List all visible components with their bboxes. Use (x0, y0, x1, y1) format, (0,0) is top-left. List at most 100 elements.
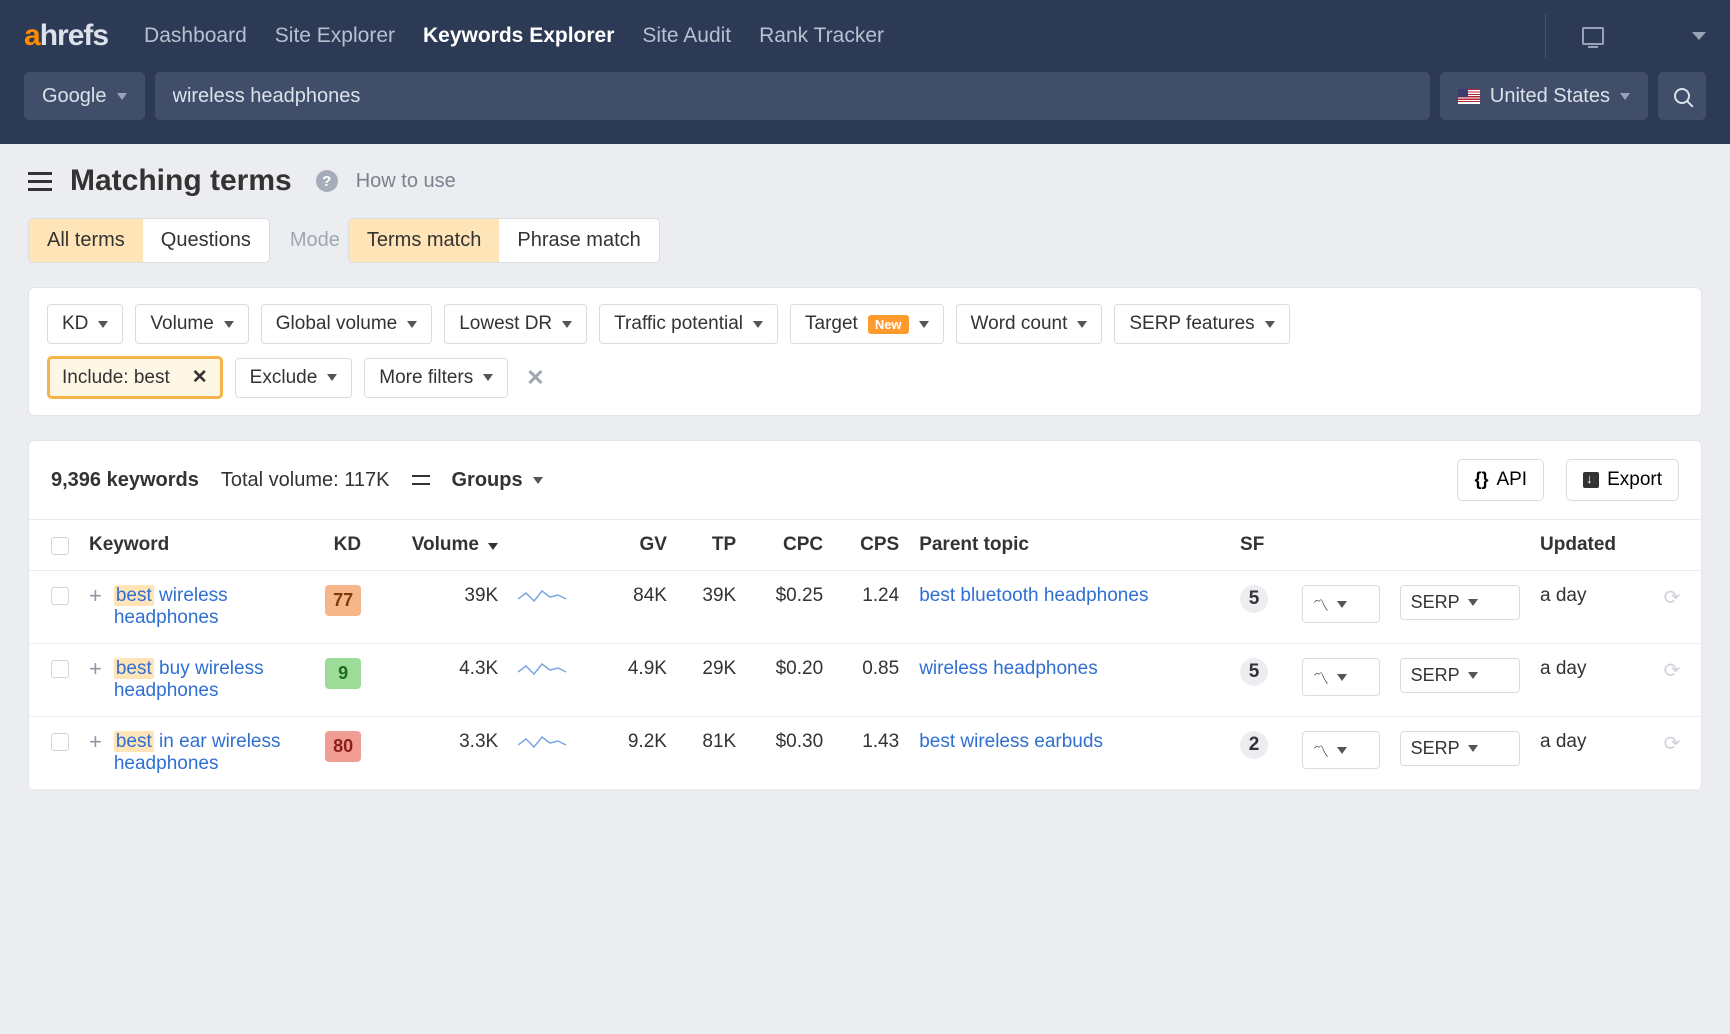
filter-kd[interactable]: KD (47, 304, 123, 344)
clear-filters-icon[interactable]: ✕ (526, 365, 544, 391)
api-label: API (1496, 469, 1527, 491)
chart-dropdown[interactable] (1302, 658, 1380, 696)
chart-icon (1313, 738, 1329, 762)
more-filters[interactable]: More filters (364, 358, 508, 398)
col-sf[interactable]: SF (1230, 520, 1292, 571)
filter-label: Global volume (276, 313, 397, 335)
serp-dropdown[interactable]: SERP (1400, 658, 1520, 693)
tp-cell: 81K (677, 717, 746, 790)
col-updated[interactable]: Updated (1530, 520, 1654, 571)
col-gv[interactable]: GV (601, 520, 677, 571)
page-title: Matching terms (70, 164, 292, 198)
api-button[interactable]: API (1457, 459, 1544, 501)
row-checkbox[interactable] (51, 587, 69, 605)
country-dropdown[interactable]: United States (1440, 72, 1648, 120)
col-keyword[interactable]: Keyword (79, 520, 299, 571)
exclude-filter[interactable]: Exclude (235, 358, 353, 398)
expand-icon[interactable]: + (89, 731, 102, 753)
account-dropdown-icon[interactable] (1692, 32, 1706, 40)
nav-separator (1545, 14, 1546, 58)
col-cps[interactable]: CPS (833, 520, 909, 571)
help-link[interactable]: How to use (356, 170, 456, 193)
export-button[interactable]: Export (1566, 459, 1679, 501)
tab-phrase-match[interactable]: Phrase match (499, 219, 658, 262)
parent-topic-link[interactable]: wireless headphones (919, 658, 1098, 679)
logo[interactable]: ahrefs (24, 19, 108, 53)
search-button[interactable] (1658, 72, 1706, 120)
filter-serp-features[interactable]: SERP features (1114, 304, 1289, 344)
cpc-cell: $0.20 (746, 644, 833, 717)
tab-all-terms[interactable]: All terms (29, 219, 143, 262)
include-filter-chip[interactable]: Include: best ✕ (47, 356, 223, 399)
cps-cell: 1.43 (833, 717, 909, 790)
chart-dropdown[interactable] (1302, 731, 1380, 769)
sliders-icon[interactable] (412, 473, 430, 487)
caret-down-icon (1468, 672, 1478, 679)
select-all-checkbox[interactable] (51, 537, 69, 555)
caret-down-icon (1337, 747, 1347, 754)
chart-icon (1313, 665, 1329, 689)
col-tp[interactable]: TP (677, 520, 746, 571)
serp-dropdown[interactable]: SERP (1400, 585, 1520, 620)
refresh-icon[interactable]: ⟳ (1664, 587, 1681, 609)
filter-global-volume[interactable]: Global volume (261, 304, 432, 344)
nav-right (1582, 27, 1706, 45)
filter-word-count[interactable]: Word count (956, 304, 1103, 344)
refresh-icon[interactable]: ⟳ (1664, 660, 1681, 682)
tab-terms-match[interactable]: Terms match (349, 219, 499, 262)
keyword-highlight: best (114, 731, 154, 752)
chart-icon (1313, 592, 1329, 616)
filters-row-1: KD Volume Global volume Lowest DR Traffic po… (47, 304, 1683, 344)
col-parent[interactable]: Parent topic (909, 520, 1230, 571)
chart-dropdown[interactable] (1302, 585, 1380, 623)
row-checkbox[interactable] (51, 660, 69, 678)
monitor-icon[interactable] (1582, 27, 1604, 45)
keyword-search-input[interactable] (155, 72, 1430, 120)
refresh-icon[interactable]: ⟳ (1664, 733, 1681, 755)
table-row: + best wireless headphones 77 39K 84K 39… (29, 571, 1701, 644)
updated-cell: a day (1530, 717, 1654, 790)
help-icon[interactable]: ? (316, 170, 338, 192)
col-kd[interactable]: KD (299, 520, 371, 571)
groups-dropdown[interactable]: Groups (452, 469, 543, 492)
cpc-cell: $0.25 (746, 571, 833, 644)
parent-topic-link[interactable]: best bluetooth headphones (919, 585, 1148, 606)
search-engine-dropdown[interactable]: Google (24, 72, 145, 120)
col-cpc[interactable]: CPC (746, 520, 833, 571)
row-checkbox[interactable] (51, 733, 69, 751)
results-card: 9,396 keywords Total volume: 117K Groups… (28, 440, 1702, 791)
menu-icon[interactable] (28, 172, 52, 191)
expand-icon[interactable]: + (89, 658, 102, 680)
cps-cell: 0.85 (833, 644, 909, 717)
nav-link[interactable]: Site Explorer (275, 24, 395, 48)
tab-questions[interactable]: Questions (143, 219, 269, 262)
close-icon[interactable]: ✕ (192, 366, 208, 389)
top-nav: ahrefs Dashboard Site Explorer Keywords Ex… (0, 0, 1730, 72)
sf-badge[interactable]: 5 (1240, 585, 1268, 613)
tp-cell: 29K (677, 644, 746, 717)
filter-traffic-potential[interactable]: Traffic potential (599, 304, 778, 344)
kd-badge: 77 (325, 585, 361, 616)
filter-lowest-dr[interactable]: Lowest DR (444, 304, 587, 344)
filter-label: SERP features (1129, 313, 1254, 335)
sf-badge[interactable]: 5 (1240, 658, 1268, 686)
filter-target[interactable]: TargetNew (790, 304, 944, 344)
keyword-link[interactable]: best buy wireless headphones (114, 658, 289, 702)
nav-link[interactable]: Keywords Explorer (423, 24, 614, 48)
sf-badge[interactable]: 2 (1240, 731, 1268, 759)
filter-label: Volume (150, 313, 213, 335)
nav-link[interactable]: Dashboard (144, 24, 247, 48)
serp-dropdown[interactable]: SERP (1400, 731, 1520, 766)
nav-link[interactable]: Rank Tracker (759, 24, 884, 48)
caret-down-icon (483, 374, 493, 381)
match-tabs: Terms matchPhrase match (348, 218, 660, 263)
kd-badge: 80 (325, 731, 361, 762)
kd-badge: 9 (325, 658, 361, 689)
filter-volume[interactable]: Volume (135, 304, 248, 344)
expand-icon[interactable]: + (89, 585, 102, 607)
nav-link[interactable]: Site Audit (642, 24, 731, 48)
keyword-link[interactable]: best wireless headphones (114, 585, 289, 629)
keyword-link[interactable]: best in ear wireless headphones (114, 731, 289, 775)
col-volume[interactable]: Volume (371, 520, 508, 571)
parent-topic-link[interactable]: best wireless earbuds (919, 731, 1103, 752)
